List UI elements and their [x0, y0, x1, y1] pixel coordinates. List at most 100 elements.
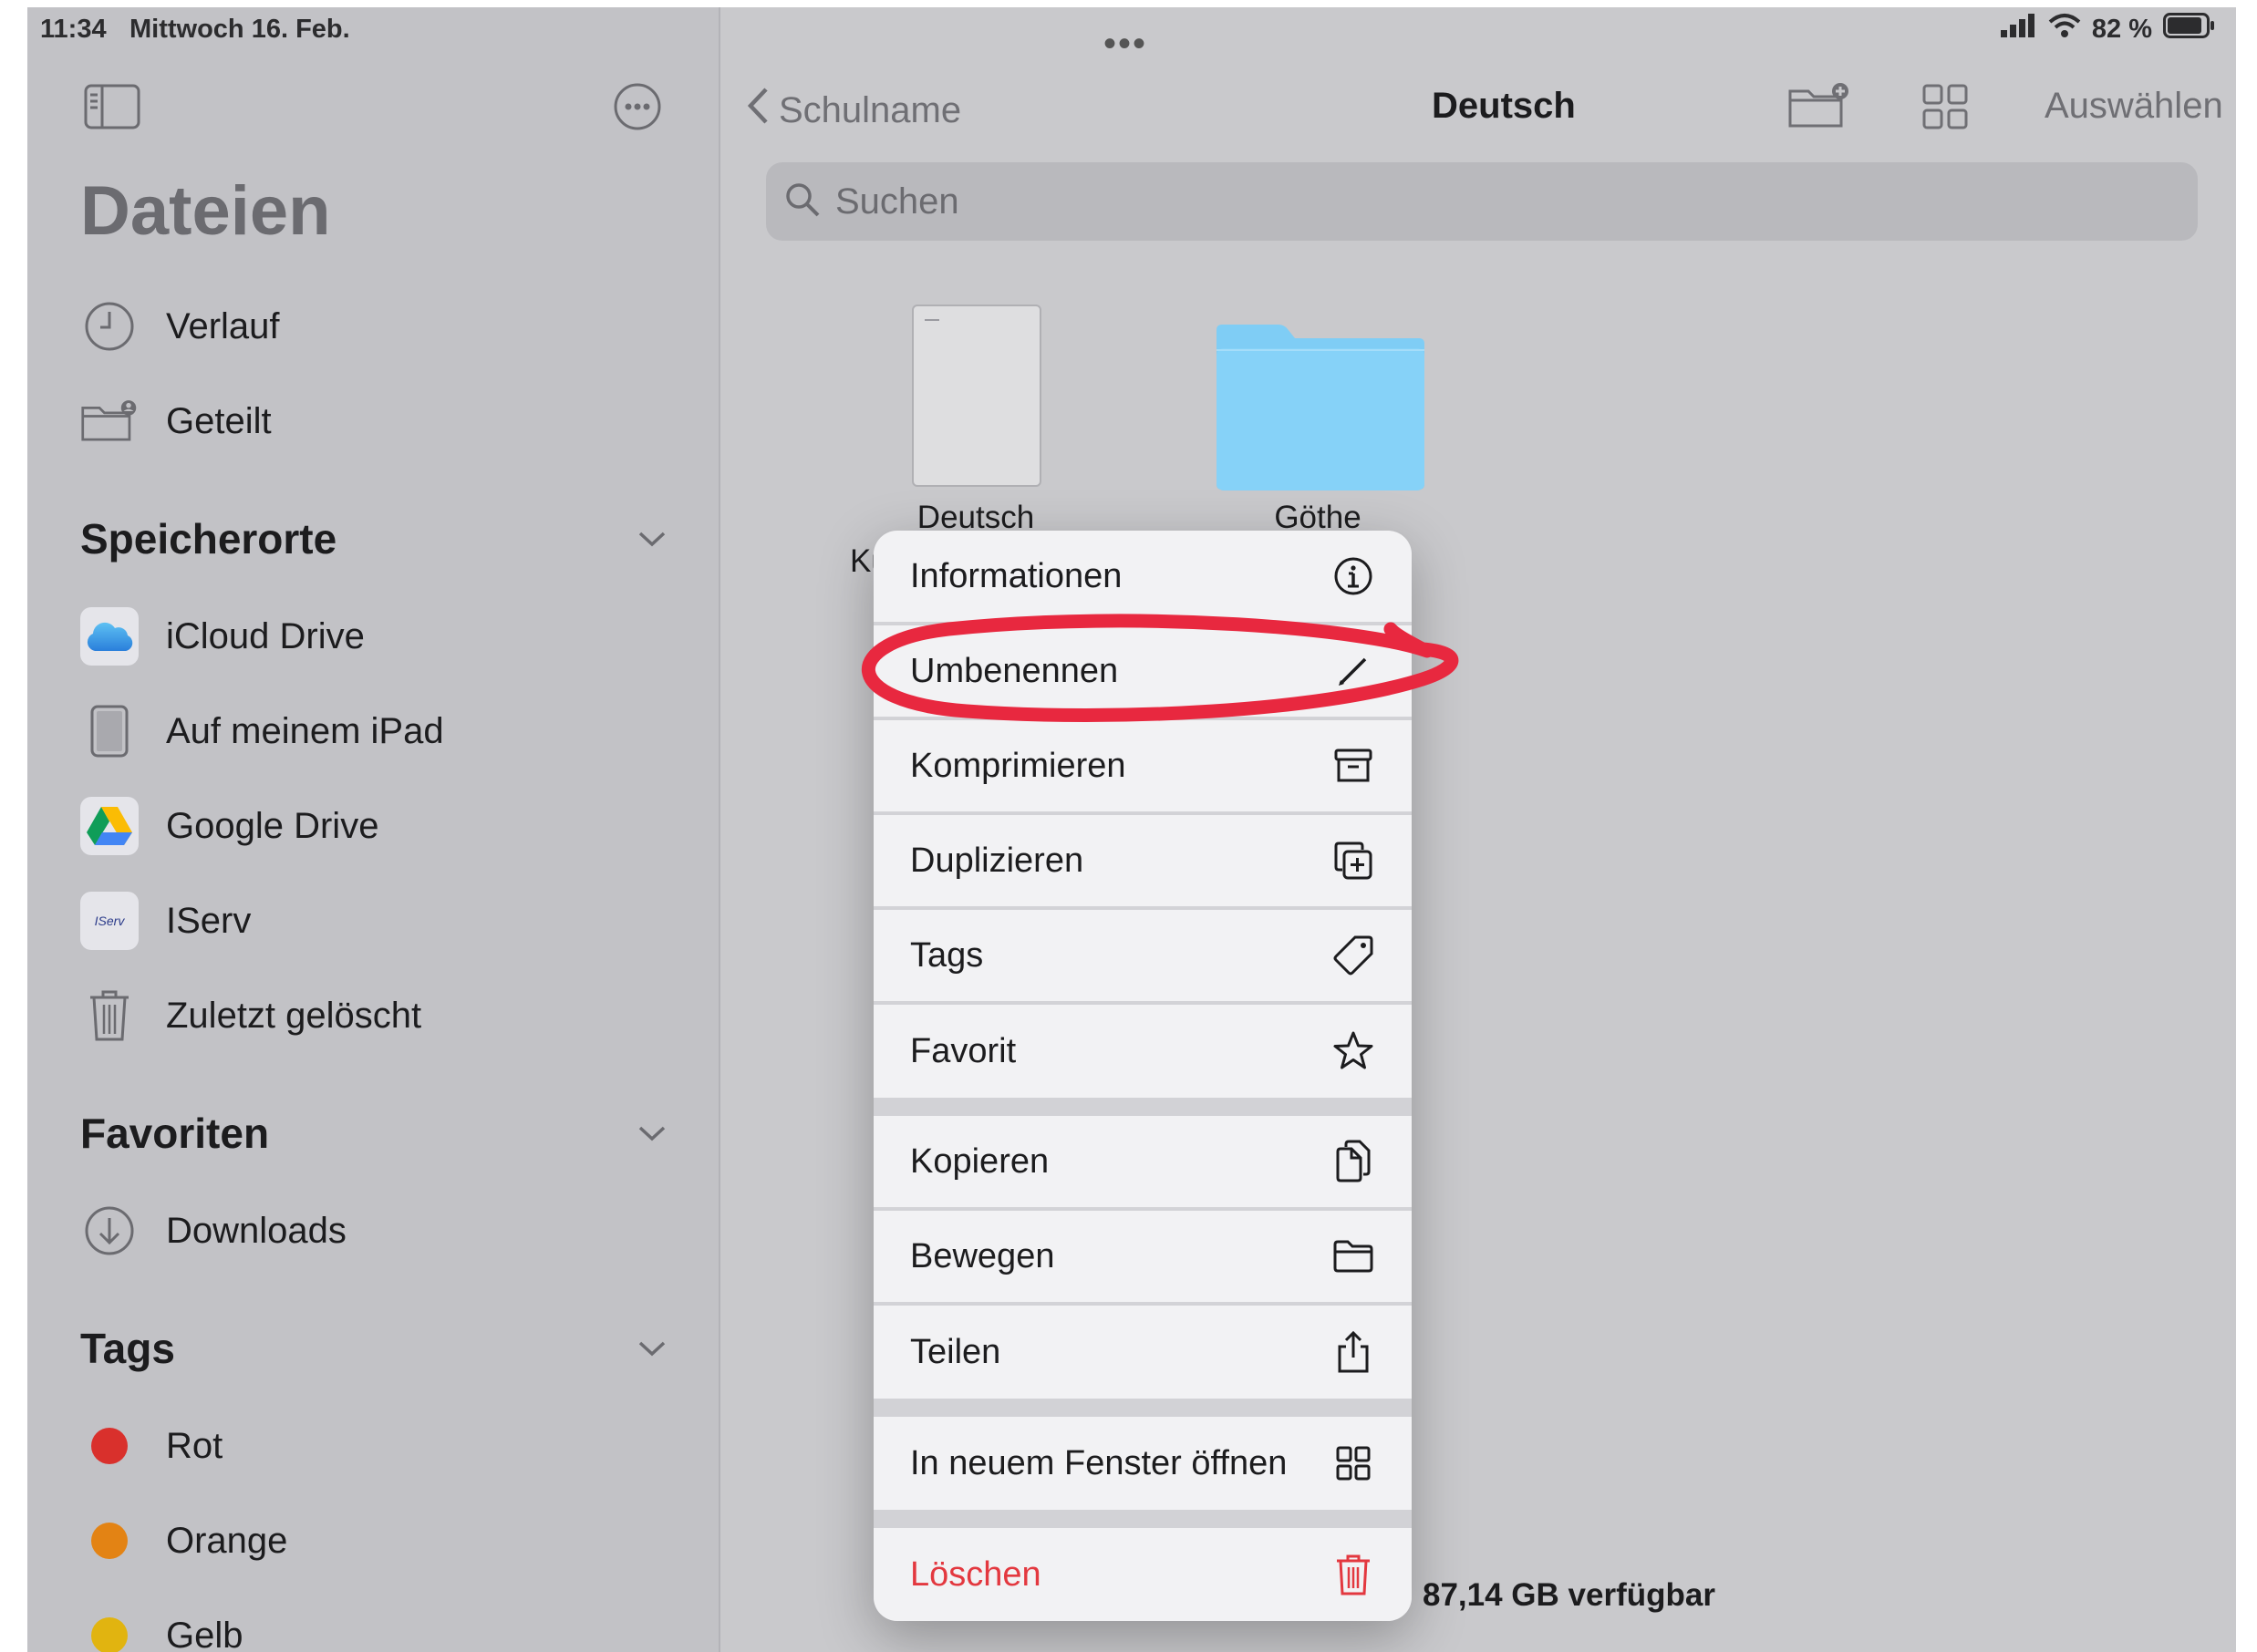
status-indicators: 82 % — [2000, 13, 2216, 46]
files-app-window: 11:34 Mittwoch 16. Feb. Dateien Verlauf … — [27, 7, 2236, 1652]
tag-color-dot-container — [80, 1512, 139, 1570]
menu-item-loeschen[interactable]: Löschen — [874, 1528, 1412, 1621]
trash-icon — [80, 986, 139, 1045]
sidebar-item-downloads[interactable]: Downloads — [80, 1194, 700, 1267]
info-icon — [1331, 554, 1375, 598]
menu-item-label: Teilen — [910, 1332, 1001, 1371]
menu-item-label: Kopieren — [910, 1141, 1050, 1181]
iserv-logo: IServ — [94, 914, 125, 928]
page-title: Deutsch — [1432, 86, 1576, 126]
sidebar-item-label: iCloud Drive — [166, 615, 365, 656]
trash-icon — [1331, 1553, 1375, 1596]
pencil-icon — [1331, 649, 1375, 693]
back-label: Schulname — [779, 89, 962, 130]
new-folder-icon[interactable] — [1787, 82, 1851, 134]
share-icon — [1331, 1330, 1375, 1374]
chevron-left-icon — [746, 86, 770, 135]
iserv-icon: IServ — [80, 892, 139, 950]
storage-info: 87,14 GB verfügbar — [1423, 1577, 1715, 1613]
tag-icon — [1331, 934, 1375, 977]
ipad-icon — [80, 702, 139, 760]
clock-icon — [80, 297, 139, 356]
copy-icon — [1331, 1140, 1375, 1183]
menu-item-label: Informationen — [910, 556, 1123, 595]
signal-icon — [2000, 14, 2037, 45]
menu-item-label: Löschen — [910, 1554, 1041, 1594]
menu-item-umbenennen[interactable]: Umbenennen — [874, 625, 1412, 718]
tag-color-dot-container — [80, 1606, 139, 1652]
menu-item-kopieren[interactable]: Kopieren — [874, 1116, 1412, 1209]
sidebar-item-label: Zuletzt gelöscht — [166, 995, 422, 1036]
status-time: 11:34 — [40, 15, 107, 44]
menu-item-label: Favorit — [910, 1031, 1017, 1070]
sidebar-item-iserv[interactable]: IServ IServ — [80, 884, 700, 957]
section-tags: Tags — [80, 1325, 175, 1372]
menu-item-bewegen[interactable]: Bewegen — [874, 1211, 1412, 1304]
shared-folder-icon — [80, 392, 139, 450]
tag-color-dot-container — [80, 1417, 139, 1475]
tag-dot-yellow — [91, 1617, 128, 1652]
folder-icon — [1331, 1234, 1375, 1278]
menu-item-neues-fenster[interactable]: In neuem Fenster öffnen — [874, 1417, 1412, 1510]
document-thumbnail[interactable] — [912, 305, 1041, 487]
tag-dot-red — [91, 1428, 128, 1464]
archive-box-icon — [1331, 744, 1375, 788]
sidebar-item-label: IServ — [166, 900, 252, 941]
sidebar-item-zuletzt-geloescht[interactable]: Zuletzt gelöscht — [80, 979, 700, 1052]
sidebar-item-auf-meinem-ipad[interactable]: Auf meinem iPad — [80, 695, 700, 768]
menu-item-label: Tags — [910, 935, 984, 975]
menu-item-label: Bewegen — [910, 1236, 1055, 1275]
sidebar-item-geteilt[interactable]: Geteilt — [80, 385, 700, 458]
chevron-down-icon[interactable] — [637, 1123, 668, 1148]
grid-view-icon[interactable] — [1922, 84, 1968, 134]
sidebar-item-label: Google Drive — [166, 805, 379, 846]
sidebar-item-label: Auf meinem iPad — [166, 710, 444, 751]
sidebar-item-verlauf[interactable]: Verlauf — [80, 290, 700, 363]
menu-item-komprimieren[interactable]: Komprimieren — [874, 720, 1412, 813]
back-button[interactable]: Schulname — [746, 86, 961, 135]
sidebar-title: Dateien — [80, 172, 331, 250]
chevron-down-icon[interactable] — [637, 529, 668, 553]
select-button[interactable]: Auswählen — [2045, 86, 2223, 127]
menu-item-label: Duplizieren — [910, 841, 1084, 880]
menu-item-teilen[interactable]: Teilen — [874, 1306, 1412, 1399]
menu-item-label: Umbenennen — [910, 651, 1119, 690]
wifi-icon — [2048, 13, 2081, 46]
sidebar-item-label: Verlauf — [166, 305, 280, 346]
status-date: Mittwoch 16. Feb. — [129, 15, 350, 44]
sidebar-item-label: Gelb — [166, 1615, 243, 1652]
menu-item-duplizieren[interactable]: Duplizieren — [874, 815, 1412, 908]
multitasking-dots-icon[interactable]: ••• — [1103, 24, 1147, 65]
sidebar-tag-gelb[interactable]: Gelb — [80, 1599, 700, 1652]
sidebar-item-label: Orange — [166, 1520, 288, 1561]
menu-item-label: In neuem Fenster öffnen — [910, 1443, 1288, 1482]
sidebar-item-label: Rot — [166, 1425, 223, 1466]
battery-percent: 82 % — [2091, 14, 2152, 44]
google-drive-icon — [80, 797, 139, 855]
tag-dot-orange — [91, 1523, 128, 1559]
sidebar-item-google-drive[interactable]: Google Drive — [80, 790, 700, 862]
folder-icon[interactable] — [1213, 323, 1428, 497]
search-input[interactable] — [833, 180, 2114, 223]
menu-item-informationen[interactable]: Informationen — [874, 531, 1412, 624]
duplicate-icon — [1331, 839, 1375, 883]
chevron-down-icon[interactable] — [637, 1338, 668, 1363]
battery-icon — [2163, 13, 2216, 46]
sidebar: 11:34 Mittwoch 16. Feb. Dateien Verlauf … — [27, 7, 720, 1652]
section-favoriten: Favoriten — [80, 1110, 270, 1157]
download-icon — [80, 1202, 139, 1260]
search-bar[interactable] — [766, 162, 2198, 241]
menu-item-tags[interactable]: Tags — [874, 910, 1412, 1003]
sidebar-tag-orange[interactable]: Orange — [80, 1504, 700, 1577]
sidebar-item-icloud-drive[interactable]: iCloud Drive — [80, 600, 700, 673]
context-menu: Informationen Umbenennen Komprimieren Du… — [874, 531, 1412, 1621]
more-options-icon[interactable] — [613, 82, 662, 136]
sidebar-tag-rot[interactable]: Rot — [80, 1409, 700, 1482]
search-icon — [784, 181, 821, 222]
menu-item-label: Komprimieren — [910, 746, 1126, 785]
star-icon — [1331, 1029, 1375, 1073]
sidebar-item-label: Geteilt — [166, 400, 272, 441]
sidebar-toggle-icon[interactable] — [84, 84, 140, 134]
section-speicherorte: Speicherorte — [80, 515, 337, 563]
menu-item-favorit[interactable]: Favorit — [874, 1005, 1412, 1098]
